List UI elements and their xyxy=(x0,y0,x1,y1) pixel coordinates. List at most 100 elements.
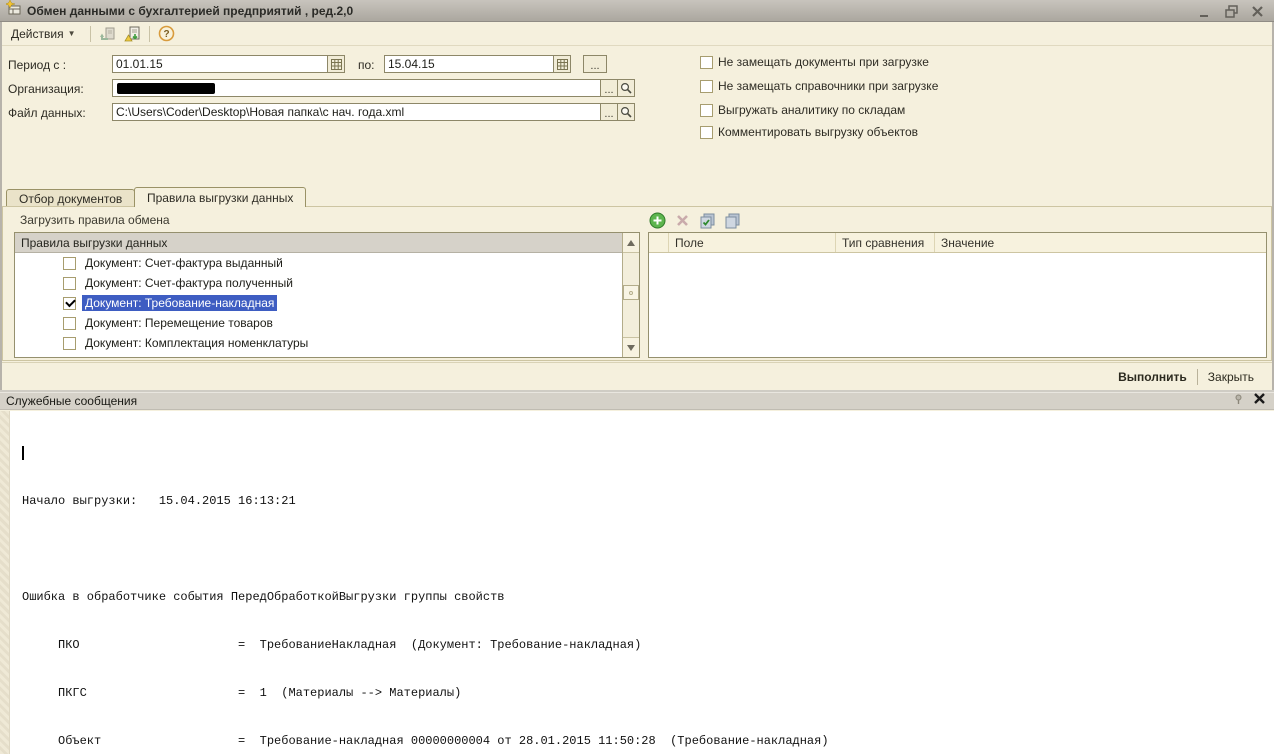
rules-list-item[interactable]: Документ: Счет-фактура выданный xyxy=(15,253,622,273)
checkbox[interactable] xyxy=(700,104,713,117)
column-value[interactable]: Значение xyxy=(935,233,1266,252)
form-icon xyxy=(6,0,22,21)
log-caret-line xyxy=(22,445,1274,461)
service-messages-title: Служебные сообщения xyxy=(6,394,137,408)
log-line: Объект = Требование-накладная 0000000000… xyxy=(22,733,1274,749)
checkbox[interactable] xyxy=(63,257,76,270)
option-label: Не замещать справочники при загрузке xyxy=(718,79,938,93)
scrollbar-thumb[interactable] xyxy=(623,285,639,300)
scroll-up-icon[interactable] xyxy=(623,233,639,253)
log-line: Ошибка в обработчике события ПередОбрабо… xyxy=(22,589,1274,605)
checkbox[interactable] xyxy=(63,357,76,358)
rules-list-item[interactable]: Документ: xyxy=(15,353,622,357)
help-icon[interactable]: ? xyxy=(157,24,177,44)
titlebar: Обмен данными с бухгалтерией предприятий… xyxy=(0,0,1274,22)
file-input[interactable] xyxy=(113,104,600,120)
filter-conditions-table: Поле Тип сравнения Значение xyxy=(648,232,1267,358)
period-from-label: Период с : xyxy=(8,58,66,72)
tab-export-rules[interactable]: Правила выгрузки данных xyxy=(134,187,306,207)
option-label: Выгружать аналитику по складам xyxy=(718,103,905,117)
window-controls xyxy=(1198,4,1268,18)
footer-button-bar: Выполнить Закрыть xyxy=(2,362,1272,390)
organization-search-icon[interactable] xyxy=(617,79,635,97)
redacted-organization-value xyxy=(117,83,215,94)
check-all-icon[interactable] xyxy=(698,211,716,229)
file-label: Файл данных: xyxy=(8,106,86,120)
file-search-icon[interactable] xyxy=(617,103,635,121)
column-comparison-type[interactable]: Тип сравнения xyxy=(836,233,935,252)
option-label: Не замещать документы при загрузке xyxy=(718,55,929,69)
minimize-icon[interactable] xyxy=(1198,4,1212,18)
calendar-picker-icon[interactable] xyxy=(553,56,570,72)
checkbox[interactable] xyxy=(700,56,713,69)
option-no-replace-documents[interactable]: Не замещать документы при загрузке xyxy=(700,55,929,69)
option-no-replace-catalogs[interactable]: Не замещать справочники при загрузке xyxy=(700,79,938,93)
rules-list-item[interactable]: Документ: Комплектация номенклатуры xyxy=(15,333,622,353)
checkbox[interactable] xyxy=(63,317,76,330)
period-from-input[interactable] xyxy=(113,56,327,72)
actions-menu-label: Действия xyxy=(11,27,64,41)
period-to-label: по: xyxy=(358,58,375,72)
delete-row-icon[interactable] xyxy=(673,211,691,229)
window-title: Обмен данными с бухгалтерией предприятий… xyxy=(27,4,353,18)
file-browse-button[interactable]: ... xyxy=(600,103,618,121)
load-exchange-rules-button[interactable]: Загрузить правила обмена xyxy=(20,213,170,227)
period-browse-button[interactable]: ... xyxy=(583,55,607,73)
rules-list-rows: Документ: Счет-фактура выданный Документ… xyxy=(15,253,622,357)
svg-text:?: ? xyxy=(163,29,169,40)
close-icon[interactable] xyxy=(1250,4,1264,18)
pin-icon[interactable] xyxy=(1234,392,1243,410)
filter-table-header: Поле Тип сравнения Значение xyxy=(649,233,1266,253)
option-label: Комментировать выгрузку объектов xyxy=(718,125,918,139)
file-field xyxy=(112,103,601,121)
calendar-picker-icon[interactable] xyxy=(327,56,344,72)
message-margin-strip xyxy=(0,411,10,754)
period-to-field xyxy=(384,55,571,73)
actions-menu-button[interactable]: Действия ▼ xyxy=(4,24,83,44)
restore-settings-icon[interactable] xyxy=(122,24,142,44)
service-messages-body: Начало выгрузки: 15.04.2015 16:13:21 Оши… xyxy=(0,411,1274,754)
rules-list-item[interactable]: Документ: Счет-фактура полученный xyxy=(15,273,622,293)
close-form-button[interactable]: Закрыть xyxy=(1198,366,1264,388)
log-line xyxy=(22,541,1274,557)
tab-document-filter[interactable]: Отбор документов xyxy=(6,189,135,207)
toolbar-separator xyxy=(149,26,150,42)
period-from-field xyxy=(112,55,345,73)
rules-list-header[interactable]: Правила выгрузки данных xyxy=(15,233,622,253)
checkbox[interactable] xyxy=(700,80,713,93)
organization-label: Организация: xyxy=(8,82,84,96)
export-rules-list: Правила выгрузки данных Документ: Счет-ф… xyxy=(14,232,640,358)
rules-list-scrollbar[interactable] xyxy=(622,233,639,357)
dropdown-arrow-icon: ▼ xyxy=(68,29,76,38)
toolbar-separator xyxy=(90,26,91,42)
log-line: ПКО = ТребованиеНакладная (Документ: Тре… xyxy=(22,637,1274,653)
column-field[interactable]: Поле xyxy=(669,233,836,252)
option-comment-export[interactable]: Комментировать выгрузку объектов xyxy=(700,125,918,139)
column-marker[interactable] xyxy=(649,233,669,252)
organization-field xyxy=(112,79,601,97)
app-window: Обмен данными с бухгалтерией предприятий… xyxy=(0,0,1274,754)
log-line: ПКГС = 1 (Материалы --> Материалы) xyxy=(22,685,1274,701)
checkbox[interactable] xyxy=(63,277,76,290)
checkbox[interactable] xyxy=(700,126,713,139)
organization-browse-button[interactable]: ... xyxy=(600,79,618,97)
service-messages-header: Служебные сообщения xyxy=(0,392,1274,410)
rules-list-item[interactable]: Документ: Перемещение товаров xyxy=(15,313,622,333)
scroll-down-icon[interactable] xyxy=(623,337,639,357)
filter-toolbar xyxy=(648,211,741,229)
log-line: Начало выгрузки: 15.04.2015 16:13:21 xyxy=(22,493,1274,509)
close-panel-icon[interactable] xyxy=(1253,392,1266,410)
uncheck-all-icon[interactable] xyxy=(723,211,741,229)
period-to-input[interactable] xyxy=(385,56,553,72)
save-settings-icon[interactable] xyxy=(98,24,118,44)
option-export-warehouse-analytics[interactable]: Выгружать аналитику по складам xyxy=(700,103,905,117)
restore-icon[interactable] xyxy=(1224,4,1238,18)
main-toolbar: Действия ▼ ? xyxy=(0,22,1274,46)
checkbox[interactable] xyxy=(63,337,76,350)
rules-list-item[interactable]: Документ: Требование-накладная xyxy=(15,293,622,313)
execute-button[interactable]: Выполнить xyxy=(1108,366,1197,388)
checkbox[interactable] xyxy=(63,297,76,310)
add-row-icon[interactable] xyxy=(648,211,666,229)
text-cursor xyxy=(22,446,24,460)
message-log: Начало выгрузки: 15.04.2015 16:13:21 Оши… xyxy=(22,413,1274,754)
